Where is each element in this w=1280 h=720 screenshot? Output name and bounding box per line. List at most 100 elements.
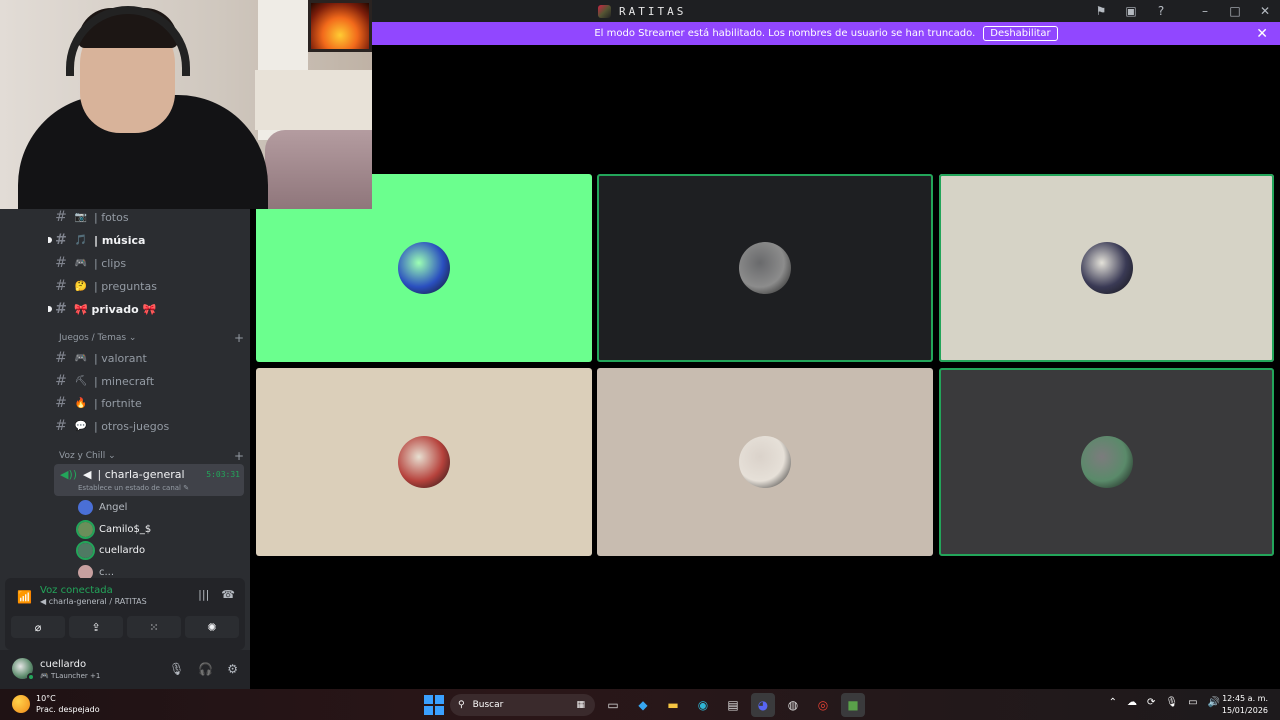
chevron-up-icon[interactable]: ⌃	[1109, 697, 1117, 708]
voice-user[interactable]: Camilo$_$	[76, 519, 151, 539]
github-icon[interactable]: ◍	[781, 693, 805, 717]
banner-close-icon[interactable]: ✕	[1256, 26, 1268, 42]
disable-streamer-button[interactable]: Deshabilitar	[983, 26, 1058, 41]
add-channel-icon[interactable]: +	[234, 331, 244, 345]
channel-fortnite[interactable]: # 🔥 | fortnite	[54, 393, 244, 413]
settings-gear-icon[interactable]: ⚙	[227, 662, 238, 676]
weather-temp: 10°C	[36, 694, 56, 703]
clock[interactable]: 12:45 a. m. 15/01/2026	[1222, 693, 1268, 717]
noise-suppression-icon[interactable]: |||	[198, 588, 209, 601]
screen-share-icon[interactable]: ▣	[1116, 0, 1146, 22]
voice-connected-channel[interactable]: ◀ charla-general / RATITAS	[40, 597, 147, 606]
clock-date: 15/01/2026	[1221, 706, 1268, 715]
unread-indicator	[48, 306, 52, 312]
close-icon[interactable]: ✕	[1250, 0, 1280, 22]
windows-start-icon[interactable]	[424, 694, 444, 715]
channel-name: | preguntas	[94, 279, 157, 293]
avatar	[1080, 436, 1133, 488]
help-icon[interactable]: ?	[1146, 0, 1176, 22]
maximize-icon[interactable]: □	[1220, 0, 1250, 22]
microphone-icon[interactable]: 🎙	[169, 662, 184, 676]
voice-user[interactable]: c...	[78, 563, 114, 579]
inbox-icon[interactable]: ⚑	[1086, 0, 1116, 22]
voice-connected-label[interactable]: Voz conectada	[40, 585, 113, 596]
hash-icon: #	[55, 350, 67, 366]
activities-button[interactable]: ⁙	[127, 616, 181, 638]
task-view-icon[interactable]: ▭	[601, 693, 625, 717]
channel-otros-juegos[interactable]: # 💬 | otros-juegos	[54, 416, 244, 436]
participant-tile[interactable]	[939, 368, 1274, 556]
voice-user[interactable]: Angel	[78, 498, 127, 516]
channel-minecraft[interactable]: # ⛏ | minecraft	[54, 371, 244, 391]
camera-off-button[interactable]: ⌀	[11, 616, 65, 638]
system-tray: ⌃ ☁ ⟳ 🎙 ▭ 🔊	[1109, 697, 1220, 708]
server-title: RATITAS	[598, 3, 686, 19]
channel-valorant[interactable]: # 🎮 | valorant	[54, 348, 244, 368]
channel-emoji: 🎮	[74, 352, 88, 364]
disconnect-icon[interactable]: ☎	[221, 588, 235, 601]
webcam-overlay	[0, 0, 372, 209]
voice-channel-name: | charla-general	[97, 468, 185, 481]
participant-tile[interactable]	[597, 174, 933, 362]
channel-fotos[interactable]: # 📷 | fotos	[54, 209, 244, 227]
store-icon[interactable]: ▤	[721, 693, 745, 717]
channel-sidebar: # 📷 | fotos # 🎵 | música # 🎮 | clips # 🤔…	[0, 209, 250, 689]
channel-emoji: ⛏	[74, 375, 88, 387]
hash-icon: #	[55, 209, 67, 225]
soundboard-button[interactable]: ✺	[185, 616, 239, 638]
chevron-down-icon: ⌄	[108, 451, 116, 461]
minimize-icon[interactable]: –	[1190, 0, 1220, 22]
voice-timer: 5:03:31	[206, 470, 240, 479]
hash-icon: #	[55, 232, 67, 248]
discord-window: RATITAS ⚑ ▣ ? – □ ✕ El modo Streamer est…	[0, 0, 1280, 720]
user-activity: 🎮 TLauncher +1	[40, 672, 101, 680]
search-label: Buscar	[472, 699, 504, 710]
chevron-down-icon: ⌄	[128, 333, 137, 343]
channel-privado[interactable]: # 🎀 privado 🎀	[48, 299, 244, 319]
taskbar-search[interactable]: ⚲ Buscar ▦	[450, 693, 595, 716]
voice-user[interactable]: cuellardo	[76, 540, 146, 560]
user-panel: cuellardo 🎮 TLauncher +1 🎙 🎧 ⚙	[0, 650, 250, 689]
signal-icon[interactable]: 📶	[17, 590, 32, 604]
participant-tile[interactable]	[256, 368, 592, 556]
voice-connection-panel: 📶 Voz conectada ◀ charla-general / RATIT…	[5, 578, 245, 650]
chrome-icon[interactable]: ◎	[811, 693, 835, 717]
copilot-icon[interactable]: ◆	[631, 693, 655, 717]
file-explorer-icon[interactable]: ▬	[661, 693, 685, 717]
cloud-icon[interactable]: ☁	[1127, 697, 1137, 708]
voice-user-name: cuellardo	[99, 544, 146, 556]
channel-emoji: 🤔	[74, 280, 88, 292]
category-voice[interactable]: Voz y Chill ⌄ +	[59, 448, 244, 464]
volume-icon[interactable]: 🔊	[1208, 697, 1220, 708]
channel-clips[interactable]: # 🎮 | clips	[54, 253, 244, 273]
channel-emoji: 🎵	[74, 234, 88, 246]
title-bar-icons: ⚑ ▣ ? – □ ✕	[1086, 0, 1280, 22]
network-icon[interactable]: ▭	[1188, 697, 1197, 708]
user-name[interactable]: cuellardo	[40, 659, 86, 670]
sync-icon[interactable]: ⟳	[1147, 697, 1155, 708]
participant-tile[interactable]	[939, 174, 1274, 362]
channel-preguntas[interactable]: # 🤔 | preguntas	[54, 276, 244, 296]
edge-icon[interactable]: ◉	[691, 693, 715, 717]
avatar	[1080, 242, 1133, 294]
add-channel-icon[interactable]: +	[234, 449, 244, 463]
headphones-icon[interactable]: 🎧	[198, 662, 213, 676]
channel-name: | fotos	[94, 210, 129, 224]
minecraft-icon[interactable]: ■	[841, 692, 865, 717]
weather-widget[interactable]: 10°C Prac. despejado	[12, 693, 100, 715]
channel-musica[interactable]: # 🎵 | música	[48, 230, 244, 250]
channel-name: | otros-juegos	[94, 419, 170, 433]
category-games[interactable]: Juegos / Temas ⌄ +	[59, 330, 244, 346]
share-screen-button[interactable]: ⇪	[69, 616, 123, 638]
avatar	[398, 436, 450, 488]
channel-status-prompt[interactable]: Establece un estado de canal ✎	[78, 484, 189, 492]
discord-icon[interactable]: ◕	[751, 692, 775, 717]
hash-icon: #	[55, 278, 67, 294]
mic-tray-icon[interactable]: 🎙	[1165, 697, 1178, 708]
participant-tile[interactable]	[597, 368, 933, 556]
hash-icon: #	[55, 255, 67, 271]
weather-icon	[12, 695, 30, 713]
voice-channel-charla-general[interactable]: ◀)) ◀ | charla-general 5:03:31 Establece…	[54, 464, 244, 496]
avatar	[739, 436, 791, 488]
avatar[interactable]	[12, 658, 35, 681]
